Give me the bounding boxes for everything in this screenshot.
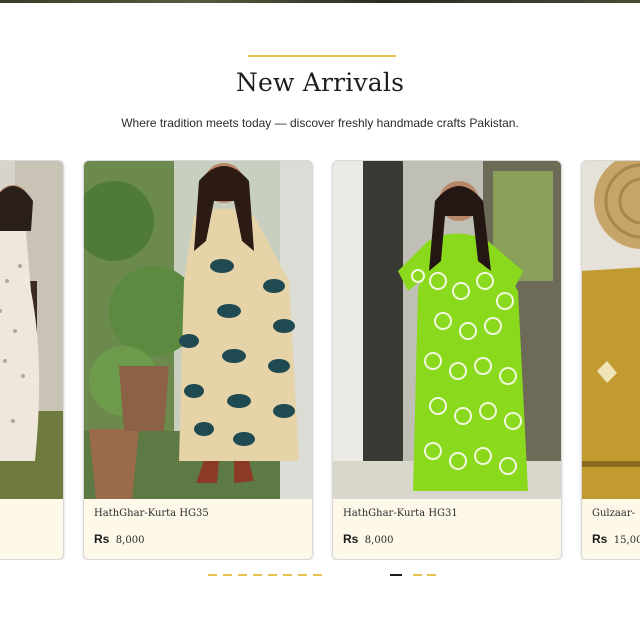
pagination-dot[interactable] [427,574,436,576]
product-photo [333,161,561,499]
pagination-dot[interactable] [223,574,232,576]
product-name[interactable]: HathGhar-Kurta HG35 [94,508,209,519]
product-card[interactable]: Gulzaar- Rs 15,00 [581,160,640,560]
price-currency: Rs [343,532,359,546]
product-image[interactable] [0,161,63,499]
product-name[interactable]: HathGhar-Kurta HG31 [343,508,458,519]
product-photo [582,161,640,499]
product-info: HathGhar-Kurta HG31 Rs 8,000 [333,499,561,559]
section-subtitle: Where tradition meets today — discover f… [121,116,519,130]
price-amount: 15,00 [613,535,640,546]
product-image[interactable] [582,161,640,499]
product-carousel[interactable]: HathGhar-Kurta HG35 Rs 8,000 HathGhar-Ku… [0,160,640,560]
pagination-dot[interactable] [413,574,422,576]
price-amount: 8,000 [115,535,145,546]
pagination-dot[interactable] [238,574,247,576]
price-currency: Rs [592,532,608,546]
pagination-dot[interactable] [283,574,292,576]
product-info [0,499,63,559]
product-price: Rs 15,00 [592,530,640,548]
pagination-dot-active[interactable] [390,574,402,576]
product-image[interactable] [84,161,312,499]
product-info: Gulzaar- Rs 15,00 [582,499,640,559]
pagination-dot[interactable] [253,574,262,576]
section-title: New Arrivals [235,68,405,97]
pagination-dot[interactable] [298,574,307,576]
price-currency: Rs [94,532,110,546]
product-photo [84,161,312,499]
price-amount: 8,000 [364,535,394,546]
product-card[interactable] [0,160,64,560]
product-card[interactable]: HathGhar-Kurta HG35 Rs 8,000 [83,160,313,560]
product-price: Rs 8,000 [94,530,144,548]
product-photo [0,161,63,499]
pagination-dot[interactable] [208,574,217,576]
pagination-dot[interactable] [313,574,322,576]
pagination-dot[interactable] [268,574,277,576]
product-image[interactable] [333,161,561,499]
product-price: Rs 8,000 [343,530,393,548]
product-name[interactable]: Gulzaar- [592,508,635,519]
product-card[interactable]: HathGhar-Kurta HG31 Rs 8,000 [332,160,562,560]
title-divider [248,55,396,57]
product-info: HathGhar-Kurta HG35 Rs 8,000 [84,499,312,559]
hero-image-bottom-edge [0,0,640,3]
